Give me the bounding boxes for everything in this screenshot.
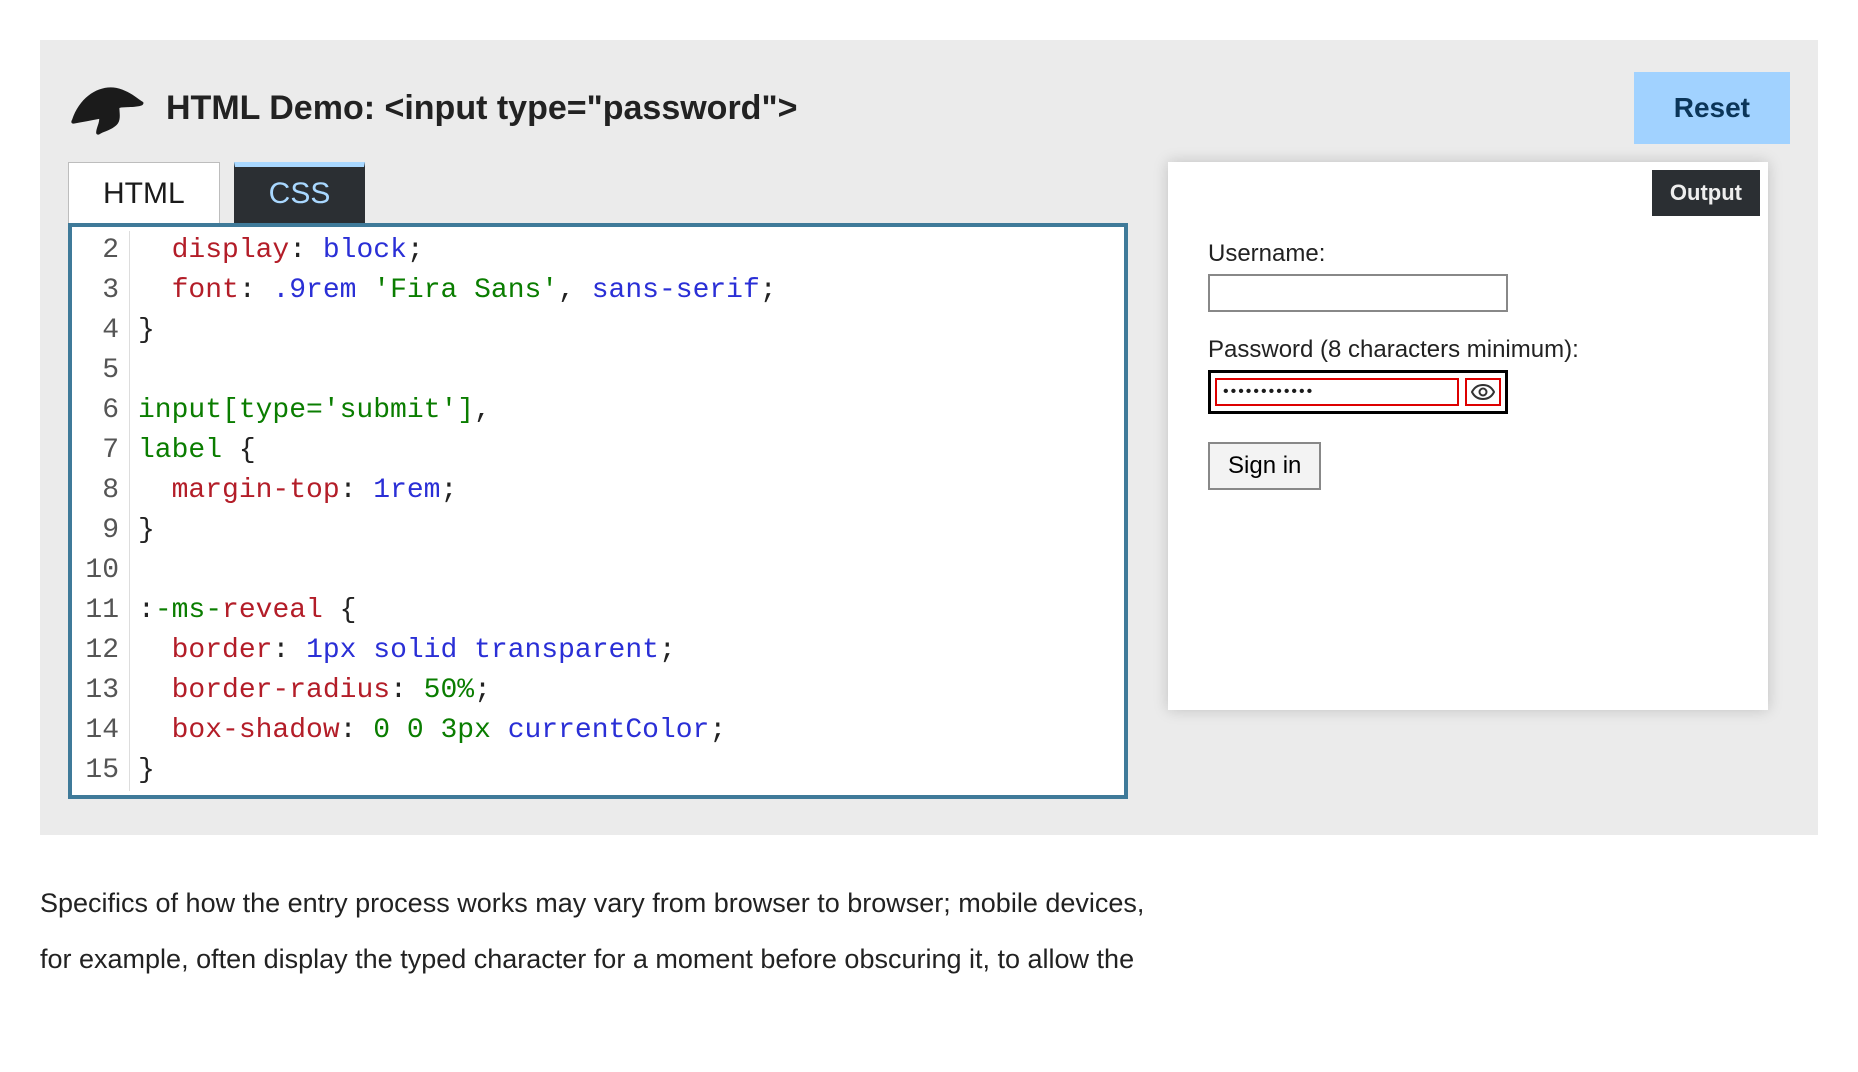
- line-number: 2: [72, 231, 130, 271]
- line-number: 13: [72, 671, 130, 711]
- code-line: 4}: [72, 311, 1124, 351]
- line-number: 9: [72, 511, 130, 551]
- paragraph-line: for example, often display the typed cha…: [40, 944, 1134, 974]
- code-line: 12 border: 1px solid transparent;: [72, 631, 1124, 671]
- code-line: 9}: [72, 511, 1124, 551]
- code-line: 10: [72, 551, 1124, 591]
- code-line: 5: [72, 351, 1124, 391]
- demo-header: HTML Demo: <input type="password"> Reset: [68, 72, 1790, 144]
- code-line: 15}: [72, 751, 1124, 791]
- tab-css[interactable]: CSS: [234, 162, 366, 223]
- password-input[interactable]: ••••••••••••: [1215, 378, 1459, 406]
- code-line: 11:-ms-reveal {: [72, 591, 1124, 631]
- code-content: :-ms-reveal {: [138, 591, 356, 631]
- password-label: Password (8 characters minimum):: [1208, 336, 1728, 364]
- line-number: 10: [72, 551, 130, 591]
- code-content: input[type='submit'],: [138, 391, 491, 431]
- password-reveal-button[interactable]: [1465, 378, 1501, 406]
- output-panel: Output Username: Password (8 characters …: [1168, 162, 1768, 710]
- demo-container: HTML Demo: <input type="password"> Reset…: [40, 40, 1818, 835]
- line-number: 11: [72, 591, 130, 631]
- signin-button[interactable]: Sign in: [1208, 442, 1321, 490]
- tab-html[interactable]: HTML: [68, 162, 220, 223]
- code-content: }: [138, 511, 155, 551]
- code-content: box-shadow: 0 0 3px currentColor;: [138, 711, 726, 751]
- username-input[interactable]: [1208, 274, 1508, 312]
- body-paragraph: Specifics of how the entry process works…: [40, 875, 1240, 987]
- code-content: border-radius: 50%;: [138, 671, 491, 711]
- code-content: }: [138, 311, 155, 351]
- code-line: 13 border-radius: 50%;: [72, 671, 1124, 711]
- line-number: 15: [72, 751, 130, 791]
- line-number: 8: [72, 471, 130, 511]
- line-number: 4: [72, 311, 130, 351]
- code-content: display: block;: [138, 231, 424, 271]
- reset-button[interactable]: Reset: [1634, 72, 1790, 144]
- code-line: 2 display: block;: [72, 231, 1124, 271]
- username-label: Username:: [1208, 240, 1728, 268]
- code-content: }: [138, 751, 155, 791]
- eye-icon: [1471, 384, 1495, 400]
- demo-title: HTML Demo: <input type="password">: [166, 89, 797, 128]
- line-number: 5: [72, 351, 130, 391]
- paragraph-line: Specifics of how the entry process works…: [40, 888, 1144, 918]
- line-number: 14: [72, 711, 130, 751]
- code-content: border: 1px solid transparent;: [138, 631, 676, 671]
- code-line: 14 box-shadow: 0 0 3px currentColor;: [72, 711, 1124, 751]
- code-line: 6input[type='submit'],: [72, 391, 1124, 431]
- code-line: 3 font: .9rem 'Fira Sans', sans-serif;: [72, 271, 1124, 311]
- code-line: 7label {: [72, 431, 1124, 471]
- editor-panel: HTML CSS 2 display: block;3 font: .9rem …: [68, 162, 1128, 799]
- line-number: 12: [72, 631, 130, 671]
- line-number: 7: [72, 431, 130, 471]
- line-number: 6: [72, 391, 130, 431]
- output-label: Output: [1652, 170, 1760, 216]
- code-content: font: .9rem 'Fira Sans', sans-serif;: [138, 271, 777, 311]
- editor-tabs: HTML CSS: [68, 162, 1128, 223]
- line-number: 3: [72, 271, 130, 311]
- code-content: label {: [138, 431, 256, 471]
- dinosaur-logo-icon: [68, 77, 146, 139]
- css-code-editor[interactable]: 2 display: block;3 font: .9rem 'Fira San…: [68, 223, 1128, 799]
- code-content: margin-top: 1rem;: [138, 471, 457, 511]
- password-input-container: ••••••••••••: [1208, 370, 1508, 414]
- code-line: 8 margin-top: 1rem;: [72, 471, 1124, 511]
